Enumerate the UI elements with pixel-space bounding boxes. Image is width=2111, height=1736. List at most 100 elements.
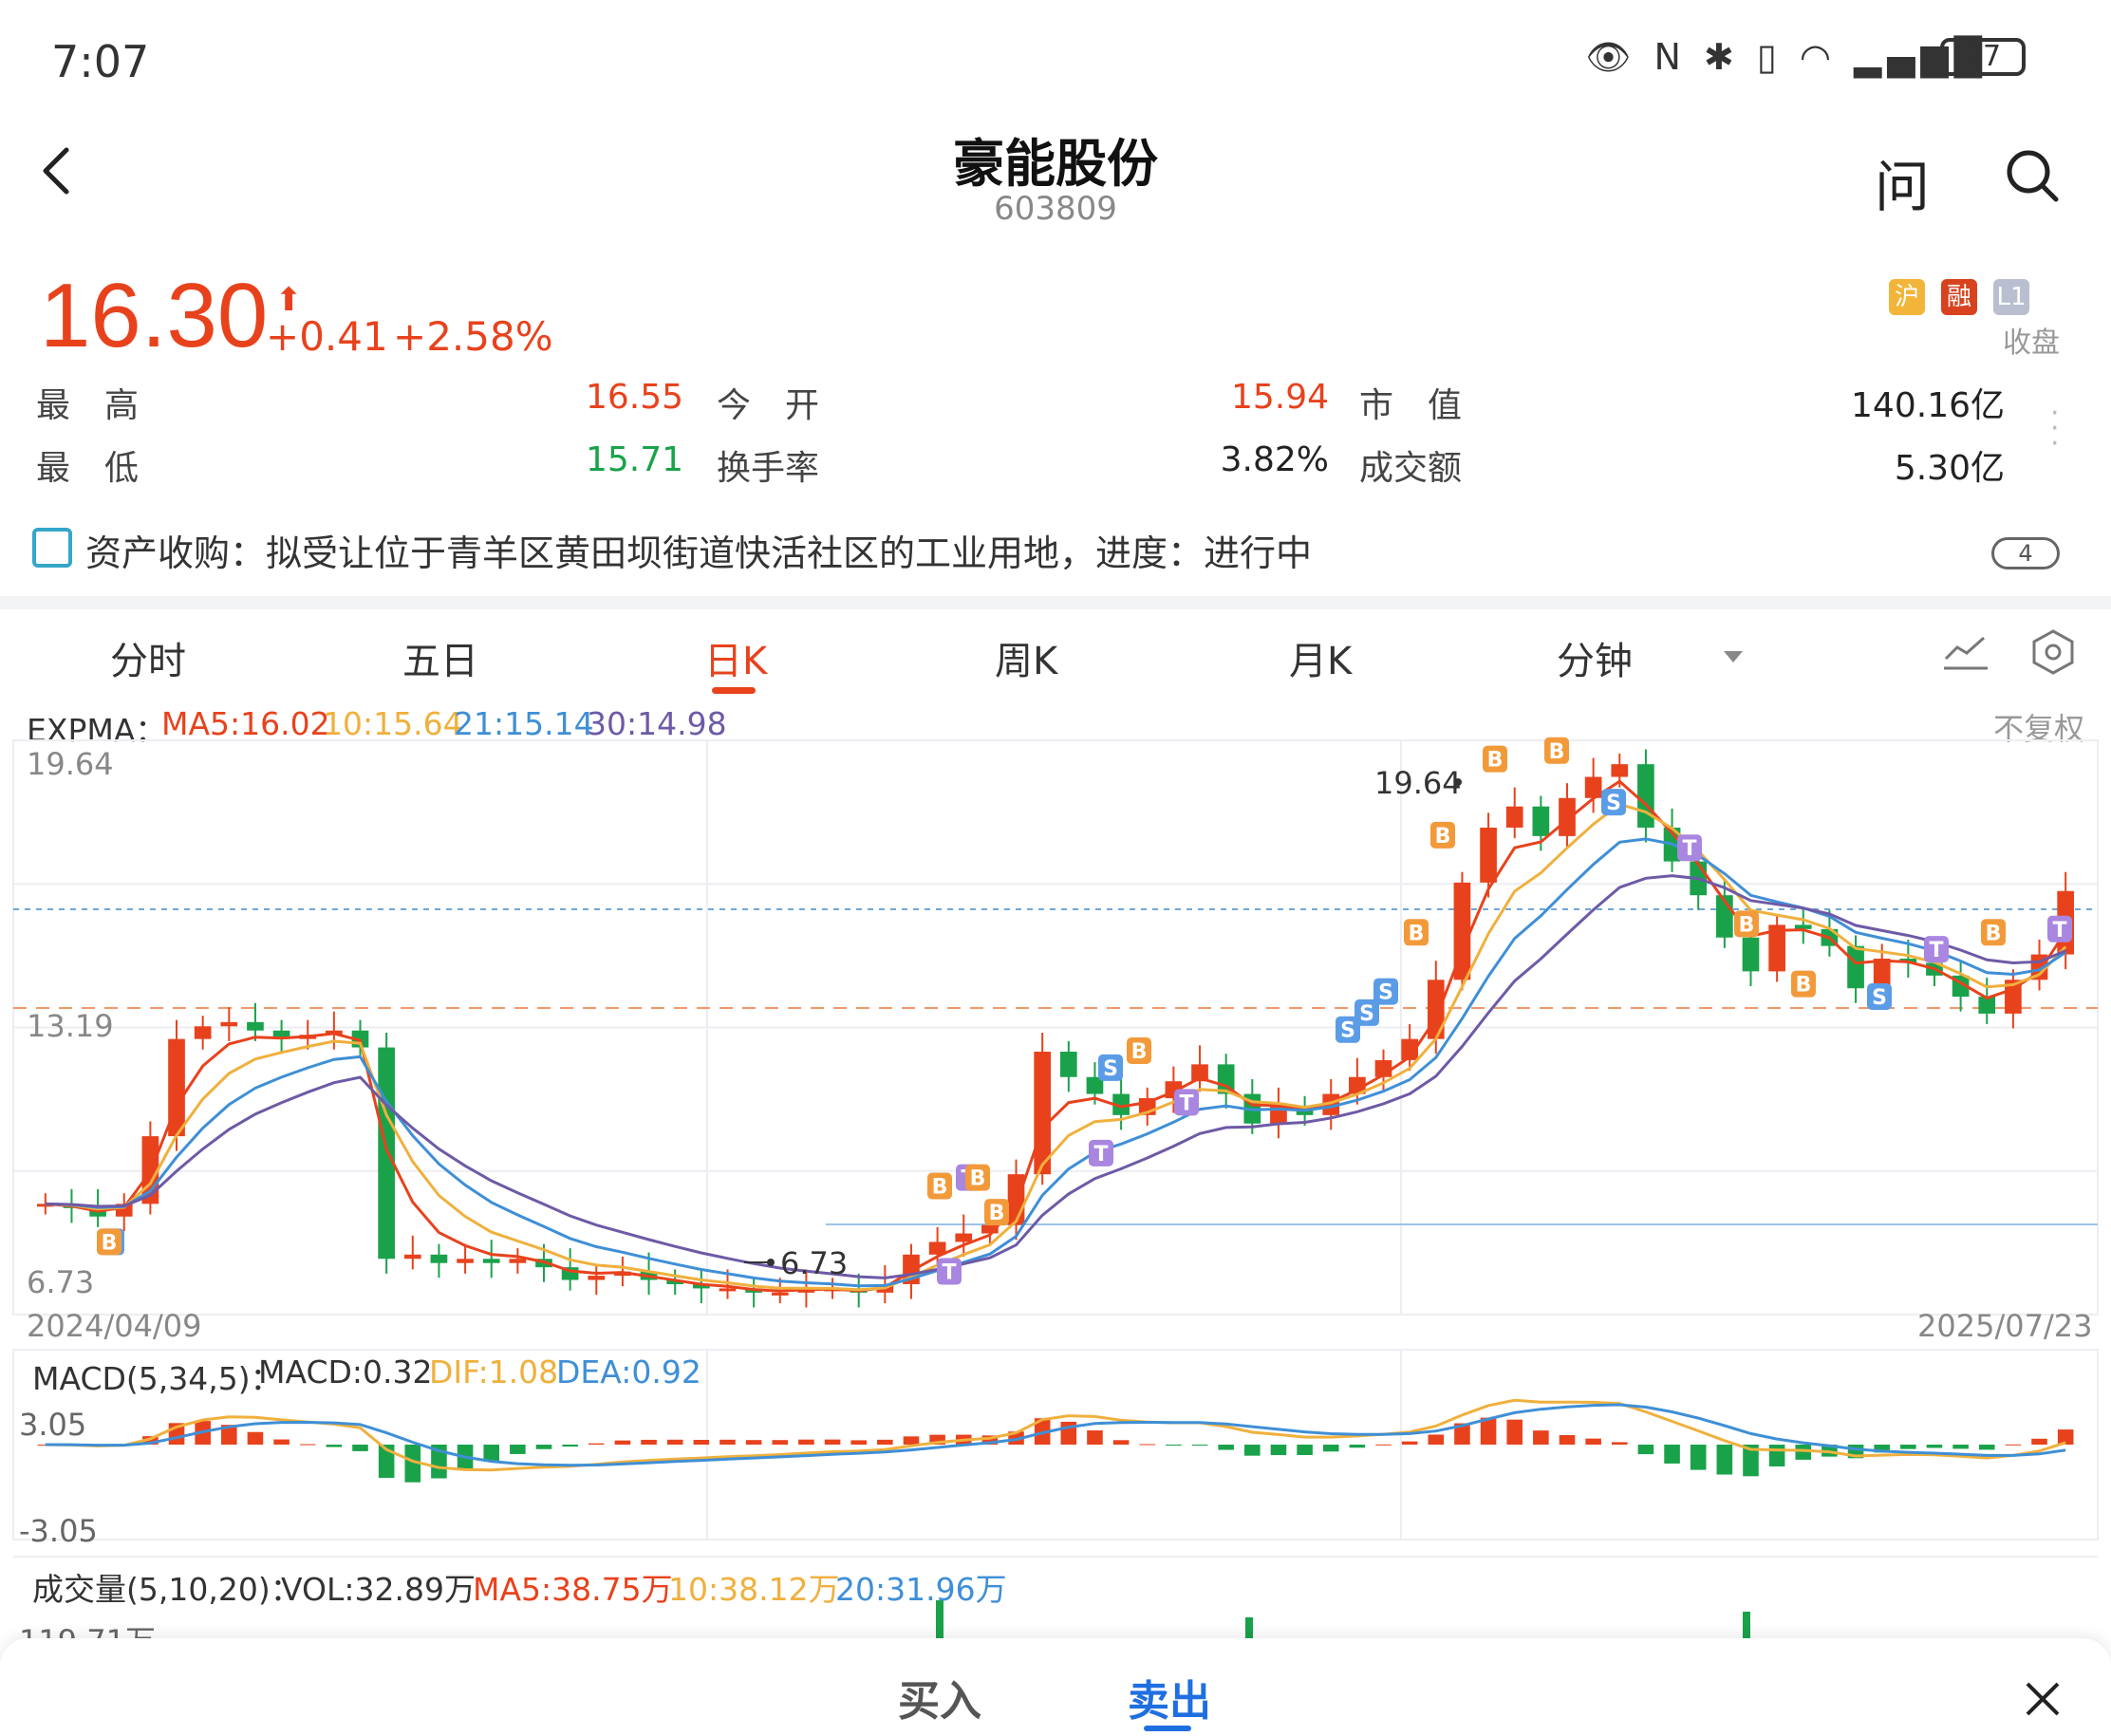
tab-five-day[interactable]: 五日: [402, 630, 478, 685]
buy-marker: B: [1404, 919, 1429, 946]
t-marker: T: [1677, 834, 1702, 862]
active-trade-indicator: [1144, 1726, 1191, 1731]
amount-label: 成交额: [1359, 449, 1463, 488]
buy-marker: B: [927, 1172, 952, 1200]
macd-bar: [299, 1444, 316, 1446]
buy-marker: B: [1734, 910, 1759, 938]
market-state: 收盘: [2003, 327, 2060, 360]
candle-body: [457, 1259, 474, 1263]
dea-line: [45, 1403, 2066, 1467]
more-dots-icon[interactable]: · · ·: [2050, 400, 2060, 458]
sell-marker: S: [1098, 1054, 1123, 1081]
macd-bar: [1375, 1444, 1392, 1446]
macd-bar: [850, 1440, 867, 1445]
volume-bar: [1245, 1617, 1253, 1638]
close-icon[interactable]: [2022, 1678, 2064, 1720]
announcement-count-badge[interactable]: 4: [1991, 537, 2060, 569]
svg-text:T: T: [1093, 1143, 1108, 1167]
buy-tab[interactable]: 买入: [898, 1667, 981, 1727]
volume-value: VOL:32.89万: [281, 1571, 476, 1608]
candle-body: [1637, 764, 1654, 828]
macd-dea: DEA:0.92: [556, 1353, 701, 1391]
macd-bar: [1322, 1445, 1339, 1452]
svg-text:S: S: [1378, 981, 1393, 1005]
kline-min-label: 6.73: [780, 1245, 849, 1281]
svg-text:B: B: [1131, 1040, 1148, 1064]
candle-body: [403, 1254, 421, 1260]
macd-dif: DIF:1.08: [429, 1353, 559, 1391]
announcement-icon: [32, 528, 72, 568]
macd-bar: [326, 1445, 343, 1447]
mcap-label: 市 值: [1359, 386, 1463, 425]
volume-name[interactable]: 成交量(5,10,20)：: [32, 1564, 302, 1610]
svg-text:B: B: [932, 1176, 948, 1200]
divider: [0, 596, 2111, 609]
candle-body: [1559, 797, 1576, 836]
macd-bar: [2005, 1444, 2022, 1446]
candle-body: [1847, 945, 1864, 989]
ma21-line: [45, 837, 2067, 1288]
macd-bar: [1401, 1441, 1418, 1445]
tab-daily-k[interactable]: 日K: [704, 630, 767, 685]
announcement-text[interactable]: 资产收购：拟受让位于青羊区黄田坝街道快活社区的工业用地，进度：进行中: [85, 524, 1312, 576]
low-label: 最 低: [36, 449, 140, 488]
tab-minute[interactable]: 分钟: [1557, 630, 1633, 685]
candle-body: [719, 1288, 737, 1292]
macd-bar: [1768, 1445, 1785, 1466]
stock-code: 603809: [994, 190, 1117, 228]
mcap-value: 140.16亿: [1851, 386, 2005, 425]
macd-bar: [1270, 1445, 1287, 1456]
svg-text:S: S: [1340, 1019, 1355, 1043]
t-marker: T: [1174, 1089, 1199, 1116]
tab-monthly-k[interactable]: 月K: [1289, 630, 1352, 685]
macd-bar: [1926, 1445, 1943, 1448]
svg-text:B: B: [1409, 922, 1425, 945]
macd-bar: [693, 1439, 710, 1445]
macd-bar: [1716, 1445, 1733, 1475]
buy-marker: B: [97, 1228, 121, 1256]
status-icons: 👁 N ✱ ▯ ◠ ▂▄▆█: [1585, 36, 1988, 78]
search-icon[interactable]: [2005, 148, 2060, 203]
tab-weekly-k[interactable]: 周K: [995, 630, 1057, 685]
ma10-line: [45, 802, 2067, 1292]
level1-tag[interactable]: L1: [1993, 279, 2029, 315]
svg-text:S: S: [1359, 1002, 1374, 1026]
macd-bar: [2031, 1438, 2047, 1445]
macd-bar: [1297, 1445, 1313, 1455]
svg-text:B: B: [970, 1167, 986, 1191]
macd-bar: [1585, 1438, 1601, 1445]
settings-icon[interactable]: [2029, 628, 2077, 676]
svg-text:S: S: [1872, 986, 1887, 1010]
high-value: 16.55: [585, 378, 683, 417]
macd-bar: [824, 1439, 841, 1445]
draw-line-icon[interactable]: [1942, 630, 1990, 672]
macd-bar: [510, 1445, 526, 1454]
buy-marker: B: [1981, 919, 2006, 946]
t-marker: T: [1924, 936, 1949, 963]
macd-bar: [1112, 1440, 1130, 1445]
macd-bar: [247, 1431, 264, 1445]
kline-date-end: 2025/07/23: [1917, 1308, 2093, 1344]
buy-marker: B: [1544, 737, 1569, 764]
svg-text:B: B: [1739, 913, 1755, 937]
turnover-label: 换手率: [717, 449, 820, 488]
margin-tag: 融: [1941, 279, 1977, 315]
candle-body: [482, 1259, 500, 1263]
buy-marker: B: [965, 1164, 990, 1191]
tab-timeshare[interactable]: 分时: [110, 630, 186, 685]
battery-icon: 27: [1940, 38, 2026, 76]
macd-bar: [1952, 1445, 1969, 1449]
candle-body: [1505, 806, 1523, 828]
sell-tab[interactable]: 卖出: [1128, 1667, 1211, 1727]
volume-ma20: 20:31.96万: [835, 1571, 1007, 1608]
candle-body: [588, 1276, 606, 1280]
macd-name[interactable]: MACD(5,34,5)：: [32, 1353, 282, 1399]
volume-bar: [1743, 1612, 1750, 1638]
macd-value: MACD:0.32: [258, 1353, 433, 1391]
chevron-down-icon[interactable]: [1724, 651, 1743, 663]
ask-button[interactable]: 问: [1875, 142, 1930, 222]
kline-chart[interactable]: SBBTTBBTSBTSSSBBBBSTBBSTBT: [0, 702, 2111, 1638]
buy-marker: B: [984, 1199, 1009, 1226]
macd-bar: [562, 1445, 578, 1447]
svg-text:B: B: [102, 1231, 118, 1255]
